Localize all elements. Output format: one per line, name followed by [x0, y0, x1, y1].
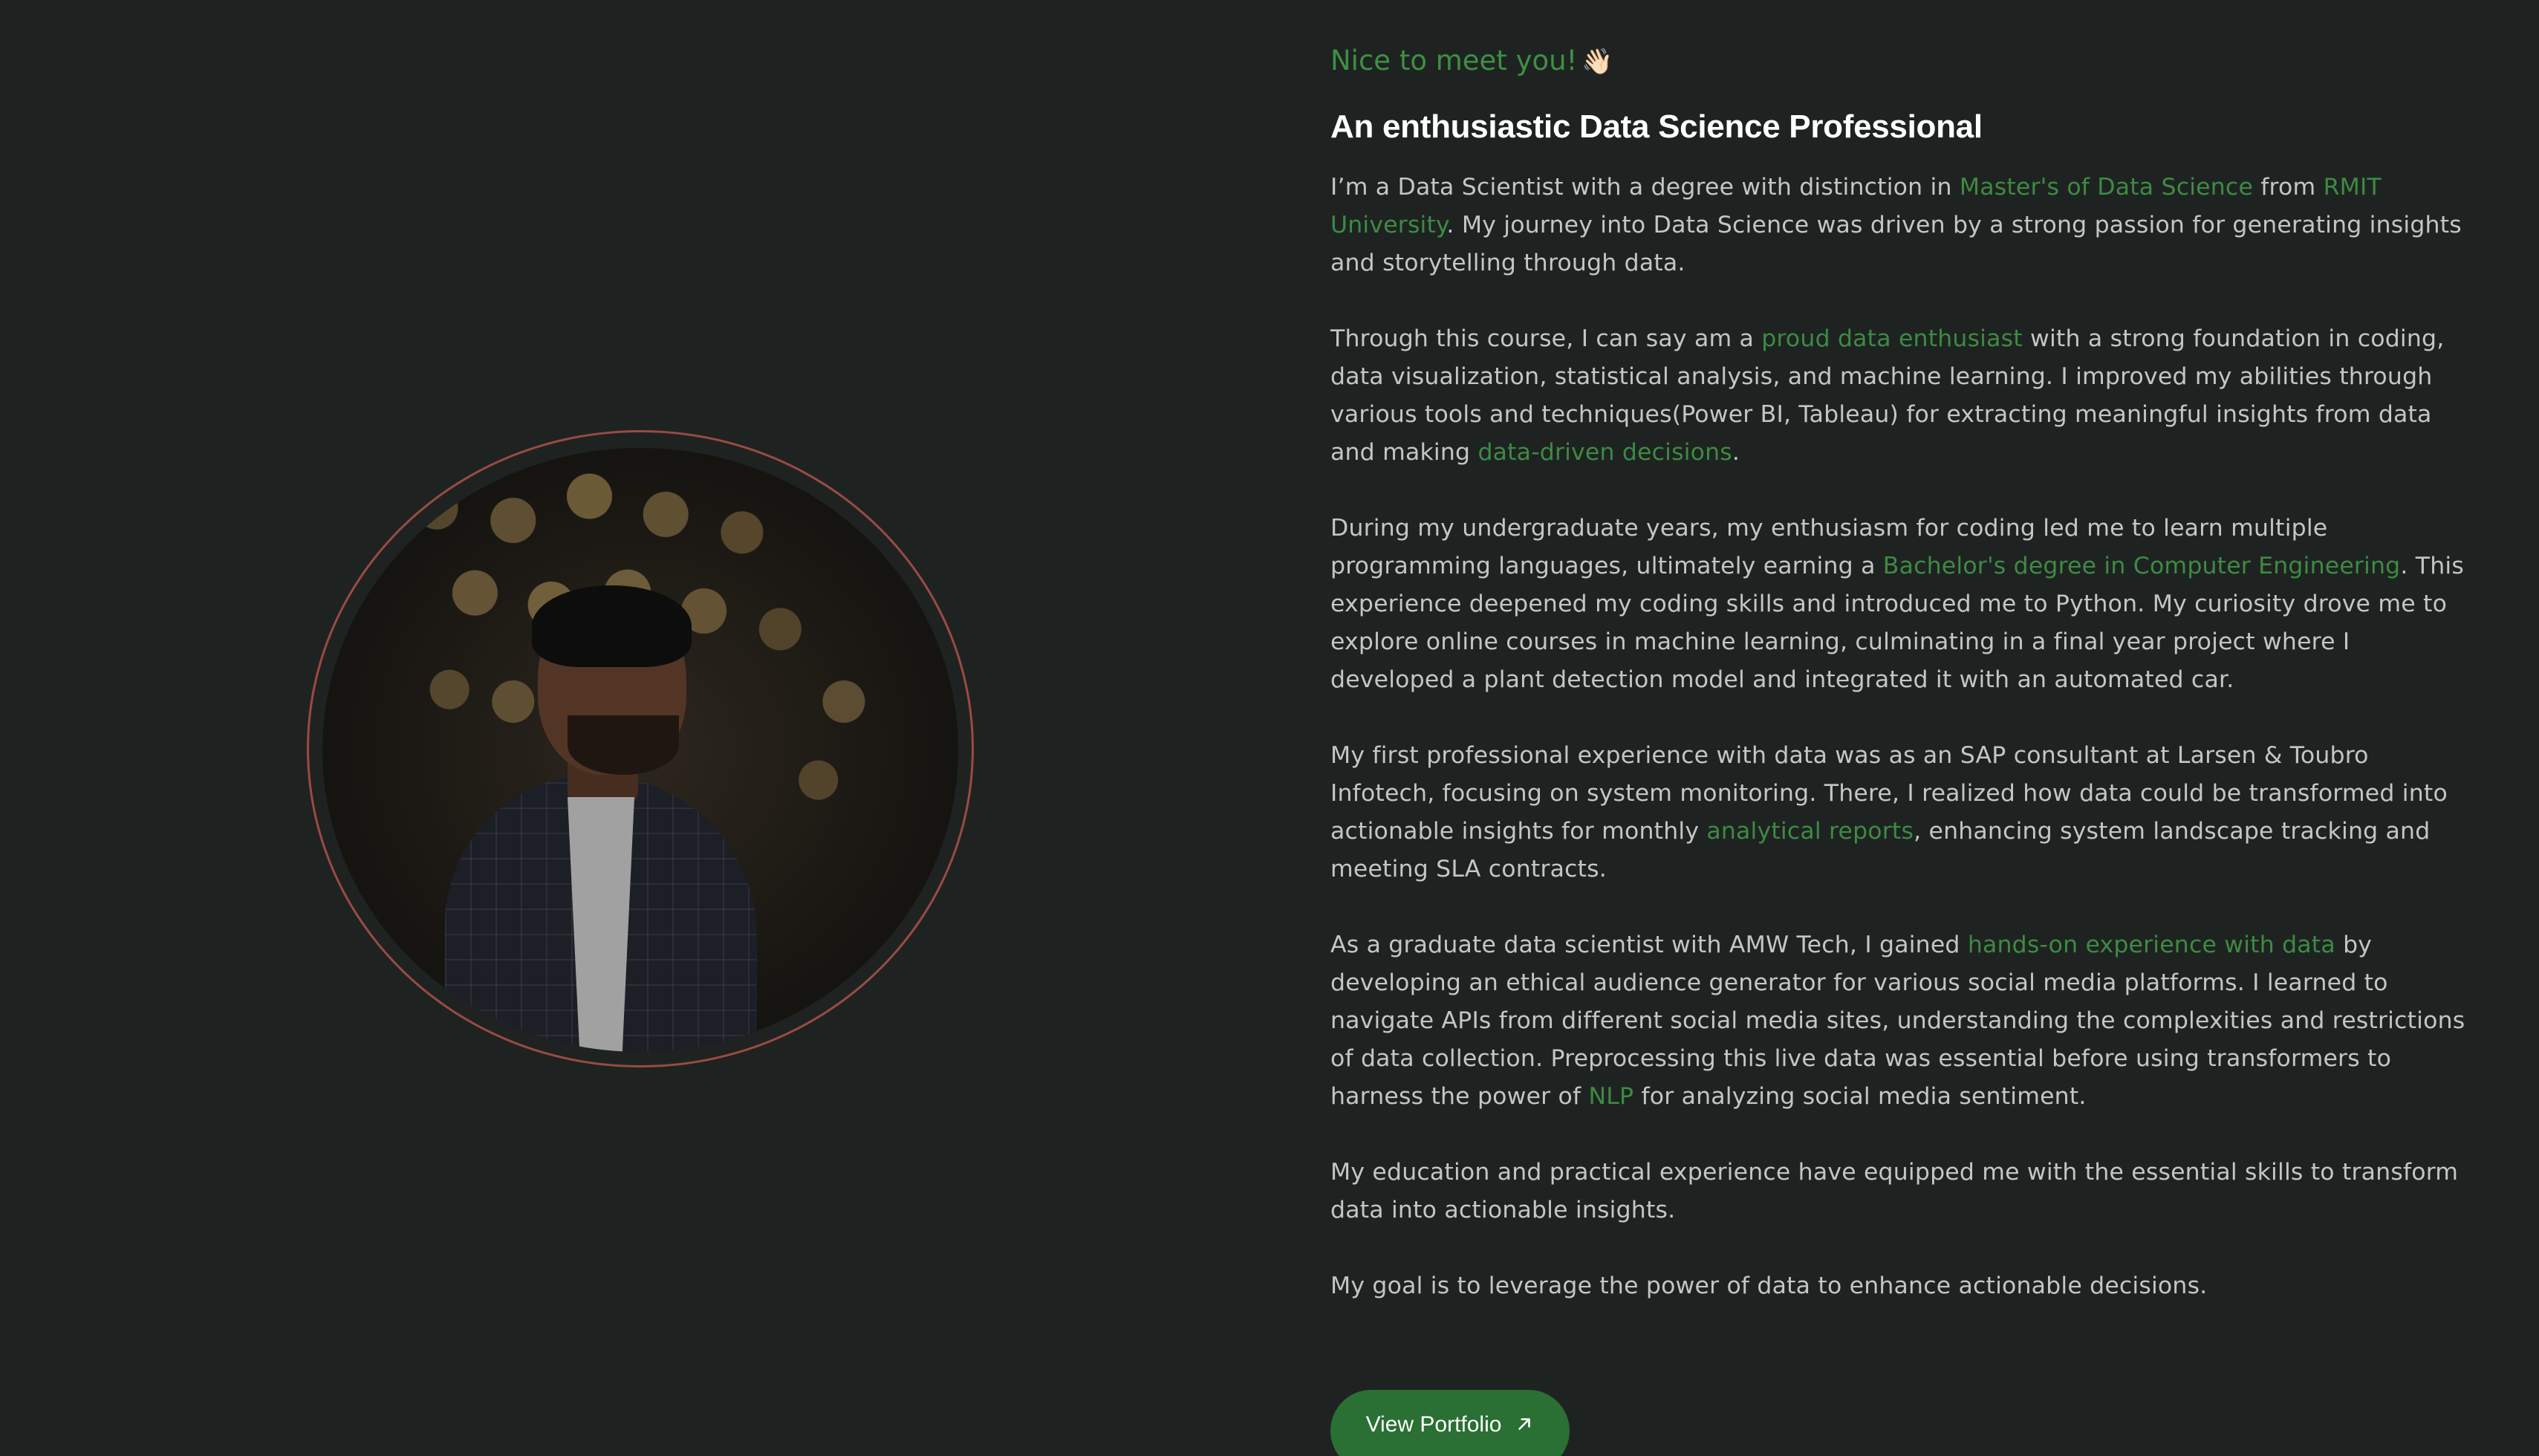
waving-hand-icon: 👋🏻 [1581, 47, 1613, 77]
highlight-text: hands-on experience with data [1967, 932, 2335, 958]
bio-paragraph: Through this course, I can say am a prou… [1330, 320, 2467, 472]
paragraph-text: . My journey into Data Science was drive… [1330, 212, 2462, 276]
highlight-text: Master's of Data Science [1959, 174, 2254, 201]
bio-paragraphs: I’m a Data Scientist with a degree with … [1330, 169, 2467, 1305]
paragraph-text: My goal is to leverage the power of data… [1330, 1273, 2208, 1299]
highlight-text: NLP [1588, 1083, 1634, 1110]
paragraph-text: I’m a Data Scientist with a degree with … [1330, 174, 1960, 201]
greeting: Nice to meet you! 👋🏻 [1330, 42, 2467, 81]
about-content: Nice to meet you! 👋🏻 An enthusiastic Data… [1330, 42, 2467, 1305]
view-portfolio-label: View Portfolio [1365, 1412, 1502, 1437]
paragraph-text: My education and practical experience ha… [1330, 1159, 2459, 1223]
highlight-text: analytical reports [1706, 818, 1914, 845]
greeting-text: Nice to meet you! [1330, 45, 1578, 77]
bio-paragraph: During my undergraduate years, my enthus… [1330, 510, 2467, 699]
paragraph-text: As a graduate data scientist with AMW Te… [1330, 932, 1968, 958]
profile-photo [322, 448, 958, 1052]
view-portfolio-button[interactable]: View Portfolio [1330, 1390, 1570, 1456]
arrow-up-right-icon [1518, 1418, 1531, 1430]
bio-paragraph: My education and practical experience ha… [1330, 1154, 2467, 1229]
paragraph-text: . [1732, 439, 1740, 466]
highlight-text: data-driven decisions [1477, 439, 1732, 466]
bio-paragraph: My goal is to leverage the power of data… [1330, 1267, 2467, 1305]
bio-paragraph: I’m a Data Scientist with a degree with … [1330, 169, 2467, 282]
photo-overlay [322, 448, 958, 1052]
paragraph-text: for analyzing social media sentiment. [1633, 1083, 2087, 1110]
about-section: Nice to meet you! 👋🏻 An enthusiastic Data… [0, 0, 2539, 1456]
highlight-text: proud data enthusiast [1761, 325, 2023, 352]
paragraph-text: from [2253, 174, 2324, 201]
page-title: An enthusiastic Data Science Professiona… [1330, 108, 1983, 145]
paragraph-text: Through this course, I can say am a [1330, 325, 1762, 352]
bio-paragraph: My first professional experience with da… [1330, 737, 2467, 888]
highlight-text: Bachelor's degree in Computer Engineerin… [1882, 553, 2401, 579]
bio-paragraph: As a graduate data scientist with AMW Te… [1330, 926, 2467, 1116]
